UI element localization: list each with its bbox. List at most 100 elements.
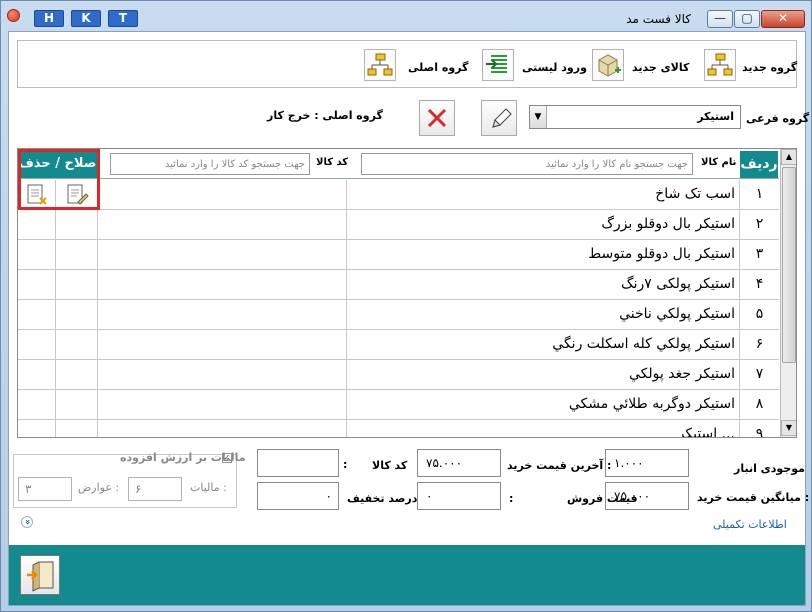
hkt-button-k[interactable]: K: [71, 10, 101, 27]
footer-bar: [9, 545, 805, 605]
scroll-up-icon[interactable]: ▲: [781, 149, 796, 165]
edit-doc-icon[interactable]: [56, 180, 98, 209]
delete-group-button[interactable]: [419, 100, 455, 136]
vertical-scrollbar[interactable]: ▲ ▼: [780, 149, 796, 437]
item-code-cell: [98, 180, 347, 209]
item-name-cell: استیکر پولکي ناخني: [347, 300, 740, 329]
subgroup-label: گروه فرعی :: [746, 112, 812, 125]
expand-icon[interactable]: »: [21, 516, 33, 528]
item-name-cell: استیکر دوگربه طلائي مشکي: [347, 390, 740, 419]
list-import-button[interactable]: ورود لیستی: [482, 49, 587, 83]
scroll-down-icon[interactable]: ▼: [781, 420, 796, 436]
item-name-cell: استیکر جغد پولکي: [347, 360, 740, 389]
delete-cell: [18, 360, 56, 389]
maximize-button[interactable]: ▢: [734, 10, 760, 28]
new-group-button[interactable]: گروه جدید: [704, 49, 798, 83]
toolbar: گروه جدید کالای جدید ورود لیستی گروه اصل…: [17, 40, 797, 88]
item-name-cell: استیکر بال دوقلو متوسط: [347, 240, 740, 269]
list-import-icon: [482, 49, 514, 81]
table-row[interactable]: استیکر بال دوقلو متوسط ۳: [18, 240, 779, 270]
item-code-cell: [98, 390, 347, 419]
box-add-icon: [592, 49, 624, 81]
edit-cell: [56, 300, 98, 329]
tax-field[interactable]: ۶: [128, 477, 182, 501]
name-search-input[interactable]: [361, 153, 693, 175]
sell-price-field[interactable]: ۰: [417, 482, 501, 510]
table-row[interactable]: استیکر پولکي کله اسکلت رنگي ۶: [18, 330, 779, 360]
edit-cell: [56, 240, 98, 269]
column-name: نام کالا: [361, 150, 739, 178]
exit-button[interactable]: [20, 555, 60, 595]
last-buy-field[interactable]: ۷۵.۰۰۰: [417, 449, 501, 477]
row-number-cell: ۲: [755, 216, 764, 232]
item-code-cell: [98, 210, 347, 239]
duty-field[interactable]: ۳: [18, 477, 72, 501]
column-code: کد کالا: [110, 150, 358, 178]
main-group-button[interactable]: گروه اصلی: [364, 49, 468, 83]
table-row[interactable]: استیکر پولکي ناخني ۵: [18, 300, 779, 330]
avg-buy-label: میانگین قیمت خرید :: [697, 491, 810, 504]
sell-price-colon: :: [509, 492, 514, 505]
item-name-cell: استیکر پولکی ۷رنگ: [347, 270, 740, 299]
table-row[interactable]: استیکر جغد پولکي ۷: [18, 360, 779, 390]
vat-group: ✓ مالیات بر ارزش افزوده مالیات : ۶ عوارض…: [13, 451, 246, 508]
edit-cell[interactable]: [56, 180, 98, 209]
item-code-cell: [98, 270, 347, 299]
edit-cell: [56, 210, 98, 239]
delete-doc-icon[interactable]: [18, 180, 56, 209]
duty-label: عوارض :: [78, 481, 120, 494]
table-row[interactable]: اسب تک شاخ ۱: [18, 180, 779, 210]
edit-cell: [56, 420, 98, 437]
row-number-cell: ۴: [755, 276, 764, 292]
scroll-thumb[interactable]: [782, 167, 796, 363]
table-row[interactable]: استیکر دوگربه طلائي مشکي ۸: [18, 390, 779, 420]
hkt-button-h[interactable]: H: [34, 10, 64, 27]
stock-field[interactable]: ۱.۰۰۰: [605, 449, 689, 477]
close-icon: [427, 108, 447, 128]
sell-price-label: قیمت فروش: [567, 492, 638, 505]
edit-cell: [56, 360, 98, 389]
table-row[interactable]: استیکر پولکی ۷رنگ ۴: [18, 270, 779, 300]
edit-group-button[interactable]: [481, 100, 517, 136]
close-button[interactable]: ✕: [761, 10, 805, 28]
row-number-cell: ۷: [755, 366, 764, 382]
delete-cell: [18, 240, 56, 269]
column-edit-delete: صلاح / حذف: [18, 151, 97, 178]
code-colon: :: [343, 458, 348, 471]
subgroup-select[interactable]: ▼ استیکر: [529, 105, 741, 129]
edit-cell: [56, 330, 98, 359]
tax-label: مالیات :: [190, 481, 227, 494]
column-code-label: کد کالا: [316, 157, 349, 168]
more-info-link[interactable]: اطلاعات تکمیلی: [713, 518, 787, 531]
column-row-number: ردیف: [740, 151, 778, 178]
code-label: کد کالا: [372, 459, 408, 472]
delete-cell[interactable]: [18, 180, 56, 209]
row-number-cell: ۵: [755, 306, 764, 322]
item-code-cell: [98, 330, 347, 359]
edit-cell: [56, 390, 98, 419]
subgroup-value: استیکر: [697, 110, 734, 123]
app-icon: [7, 9, 20, 22]
hkt-button-t[interactable]: T: [108, 10, 138, 27]
item-code-cell: [98, 360, 347, 389]
new-item-button[interactable]: کالای جدید: [592, 49, 694, 83]
delete-cell: [18, 210, 56, 239]
discount-field[interactable]: ۰: [257, 482, 339, 510]
table-row[interactable]: استیکر ... ۹: [18, 420, 779, 437]
org-chart-icon: [704, 49, 736, 81]
main-group-label: گروه اصلی: [408, 61, 469, 74]
item-name-cell: استیکر ...: [347, 420, 740, 437]
code-field[interactable]: [257, 449, 339, 477]
discount-label: درصد تخفیف: [347, 492, 418, 505]
delete-cell: [18, 270, 56, 299]
grid-header: ردیف نام کالا کد کالا صلاح / حذف: [18, 149, 779, 179]
table-row[interactable]: استیکر بال دوقلو بزرگ ۲: [18, 210, 779, 240]
code-search-input[interactable]: [110, 153, 310, 175]
item-code-cell: [98, 420, 347, 437]
items-grid: ردیف نام کالا کد کالا صلاح / حذف اسب تک …: [17, 148, 797, 438]
minimize-button[interactable]: —: [707, 10, 733, 28]
new-item-label: کالای جدید: [632, 61, 690, 74]
chevron-down-icon[interactable]: ▼: [530, 106, 547, 128]
delete-cell: [18, 300, 56, 329]
edit-cell: [56, 270, 98, 299]
